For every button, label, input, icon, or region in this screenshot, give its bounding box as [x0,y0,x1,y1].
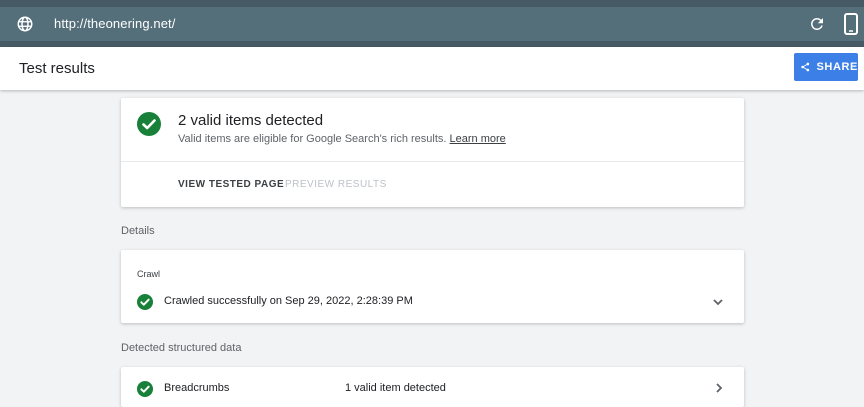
results-header: Test results SHARE [0,47,864,90]
structured-item-status: 1 valid item detected [345,382,446,394]
browser-url-bar: http://theonering.net/ [0,0,864,47]
summary-title: 2 valid items detected [178,112,324,129]
share-icon [801,62,810,72]
url-field-container: http://theonering.net/ [0,7,864,41]
share-label: SHARE [816,61,858,73]
structured-data-section-label: Detected structured data [121,342,242,354]
structured-item-name: Breadcrumbs [164,382,230,394]
summary-subtitle-text: Valid items are eligible for Google Sear… [178,133,447,145]
list-item[interactable]: Breadcrumbs 1 valid item detected [121,367,744,407]
chevron-down-icon[interactable] [712,297,724,307]
crawl-status-text: Crawled successfully on Sep 29, 2022, 2:… [164,295,413,307]
details-section-label: Details [121,225,155,237]
page-title: Test results [19,60,95,77]
globe-icon [17,16,33,32]
learn-more-link[interactable]: Learn more [450,133,506,145]
mobile-device-icon[interactable] [841,13,861,35]
divider [121,161,744,162]
share-button[interactable]: SHARE [794,53,858,81]
crawl-card[interactable]: Crawl Crawled successfully on Sep 29, 20… [121,250,744,323]
url-text[interactable]: http://theonering.net/ [54,16,175,31]
reload-icon[interactable] [808,15,826,33]
chevron-right-icon[interactable] [715,382,723,394]
preview-results-button[interactable]: PREVIEW RESULTS [285,179,387,190]
summary-card: 2 valid items detected Valid items are e… [121,98,744,207]
check-circle-icon [137,381,153,397]
view-tested-page-button[interactable]: VIEW TESTED PAGE [178,179,284,190]
crawl-label: Crawl [137,269,161,279]
summary-subtitle: Valid items are eligible for Google Sear… [178,133,506,145]
check-circle-icon [137,294,153,310]
check-circle-icon [137,112,161,136]
